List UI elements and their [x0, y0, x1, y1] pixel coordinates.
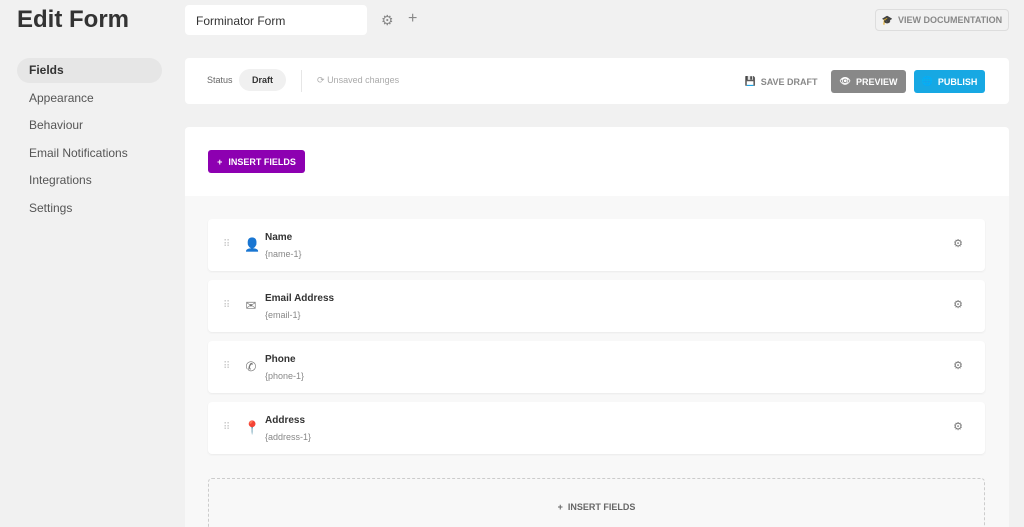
field-row-email[interactable]: ⠿ ✉ Email Address {email-1} ⚙: [208, 280, 985, 332]
sidebar: Fields Appearance Behaviour Email Notifi…: [17, 58, 162, 223]
eye-icon: 👁: [839, 76, 851, 86]
field-name: Phone: [265, 354, 296, 365]
unsaved-changes: ⟳ Unsaved changes: [317, 75, 399, 86]
view-documentation-button[interactable]: 🎓 VIEW DOCUMENTATION: [875, 9, 1009, 31]
field-row-phone[interactable]: ⠿ ✆ Phone {phone-1} ⚙: [208, 341, 985, 393]
preview-button[interactable]: 👁 PREVIEW: [831, 70, 906, 93]
save-draft-button[interactable]: 💾 SAVE DRAFT: [741, 70, 821, 93]
drag-handle-icon[interactable]: ⠿: [223, 361, 230, 372]
field-row-address[interactable]: ⠿ 📍 Address {address-1} ⚙: [208, 402, 985, 454]
form-builder: + INSERT FIELDS ⠿ 👤 Name {name-1} ⚙ ⠿ ✉ Emai…: [185, 127, 1009, 527]
drag-handle-icon[interactable]: ⠿: [223, 300, 230, 311]
publish-button[interactable]: 🌐 PUBLISH: [914, 70, 985, 93]
graduation-cap-icon: 🎓: [881, 14, 894, 25]
preview-label: PREVIEW: [855, 76, 898, 87]
unsaved-changes-text: Unsaved changes: [327, 75, 400, 85]
view-documentation-label: VIEW DOCUMENTATION: [898, 15, 1003, 25]
save-draft-label: SAVE DRAFT: [760, 76, 818, 87]
publish-label: PUBLISH: [937, 76, 978, 87]
sidebar-item-integrations[interactable]: Integrations: [17, 168, 162, 193]
page-title: Edit Form: [17, 6, 129, 33]
sidebar-item-settings[interactable]: Settings: [17, 196, 162, 221]
globe-icon: 🌐: [921, 76, 933, 86]
field-id: {name-1}: [265, 249, 302, 259]
sidebar-item-behaviour[interactable]: Behaviour: [17, 113, 162, 138]
status-badge: Draft: [239, 69, 286, 91]
form-name-input[interactable]: Forminator Form: [185, 5, 367, 35]
sidebar-item-email-notifications[interactable]: Email Notifications: [17, 141, 162, 166]
status-bar: Status Draft ⟳ Unsaved changes 💾 SAVE DRA…: [185, 58, 1009, 104]
drag-handle-icon[interactable]: ⠿: [223, 422, 230, 433]
field-id: {phone-1}: [265, 371, 305, 381]
plus-icon: +: [557, 502, 563, 512]
field-name: Name: [265, 232, 293, 243]
insert-fields-button[interactable]: + INSERT FIELDS: [208, 150, 305, 173]
envelope-icon: ✉: [245, 298, 257, 313]
divider: [301, 70, 302, 92]
field-id: {email-1}: [265, 310, 301, 320]
field-settings-gear-icon[interactable]: ⚙: [953, 359, 963, 372]
field-id: {address-1}: [265, 432, 312, 442]
field-settings-gear-icon[interactable]: ⚙: [953, 420, 963, 433]
sidebar-item-fields[interactable]: Fields: [17, 58, 162, 83]
insert-fields-label: INSERT FIELDS: [228, 156, 296, 167]
add-form-plus-icon[interactable]: +: [408, 10, 417, 28]
field-settings-gear-icon[interactable]: ⚙: [953, 237, 963, 250]
map-pin-icon: 📍: [244, 420, 261, 435]
floppy-disk-icon: 💾: [744, 76, 756, 86]
plus-icon: +: [217, 156, 223, 167]
user-icon: 👤: [244, 237, 261, 252]
drag-handle-icon[interactable]: ⠿: [223, 239, 230, 250]
field-name: Email Address: [265, 293, 335, 304]
phone-icon: ✆: [245, 359, 257, 374]
field-settings-gear-icon[interactable]: ⚙: [953, 298, 963, 311]
field-row-name[interactable]: ⠿ 👤 Name {name-1} ⚙: [208, 219, 985, 271]
bottom-insert-fields-dropzone[interactable]: + INSERT FIELDS: [208, 478, 985, 527]
refresh-icon: ⟳: [317, 75, 325, 85]
sidebar-item-appearance[interactable]: Appearance: [17, 86, 162, 111]
form-settings-gear-icon[interactable]: ⚙: [381, 12, 394, 29]
field-name: Address: [265, 415, 306, 426]
status-label: Status: [207, 75, 233, 85]
bottom-insert-fields-label: INSERT FIELDS: [567, 502, 636, 512]
